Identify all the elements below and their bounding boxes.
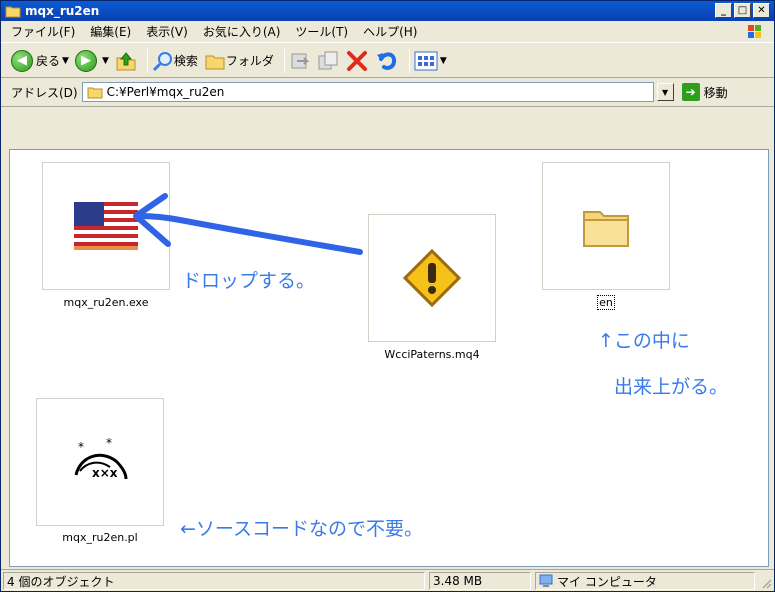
status-objects: 4 個のオブジェクト xyxy=(3,572,425,590)
menu-edit[interactable]: 編集(E) xyxy=(90,23,131,40)
status-location-cell: マイ コンピュータ xyxy=(535,572,755,590)
menu-file[interactable]: ファイル(F) xyxy=(11,23,75,40)
status-bar: 4 個のオブジェクト 3.48 MB マイ コンピュータ xyxy=(1,569,774,591)
close-button[interactable]: ✕ xyxy=(753,3,770,18)
up-folder-icon xyxy=(116,51,136,70)
file-name-exe[interactable]: mqx_ru2en.exe xyxy=(36,296,176,309)
folder-icon xyxy=(205,55,225,69)
views-grid-icon xyxy=(414,51,438,70)
folders-button[interactable]: フォルダ xyxy=(204,50,274,72)
status-size: 3.48 MB xyxy=(429,572,531,590)
svg-text:x×x: x×x xyxy=(92,466,118,480)
inside-annotation-line1: ↑この中に xyxy=(598,330,690,352)
inside-annotation-line2: 出来上がる。 xyxy=(614,376,729,398)
chevron-down-icon[interactable]: ▼ xyxy=(102,56,109,66)
maximize-button[interactable]: □ xyxy=(734,3,751,18)
toolbar-separator xyxy=(146,48,148,73)
window-title: mqx_ru2en xyxy=(25,4,100,18)
file-thumbnail-mq4[interactable] xyxy=(368,214,496,342)
go-arrow-icon: ➔ xyxy=(681,83,700,101)
drop-arrow-annotation xyxy=(133,193,363,255)
drop-annotation: ドロップする。 xyxy=(182,270,316,292)
menu-bar: ファイル(F) 編集(E) 表示(V) お気に入り(A) ツール(T) ヘルプ(… xyxy=(1,21,774,43)
folders-label: フォルダ xyxy=(225,54,274,68)
search-label: 検索 xyxy=(173,54,198,68)
move-to-icon xyxy=(291,53,310,68)
standard-toolbar: ◀ 戻る ▼ ▶ ▼ 検索 フォルダ ▼ xyxy=(1,44,774,78)
forward-arrow-icon: ▶ xyxy=(74,49,97,72)
source-annotation: ←ソースコードなので不要。 xyxy=(180,518,423,540)
move-to-button[interactable] xyxy=(289,50,311,72)
toolbar-separator xyxy=(283,48,285,73)
address-value: C:¥Perl¥mqx_ru2en xyxy=(106,85,225,99)
explorer-window: mqx_ru2en _ □ ✕ ファイル(F) 編集(E) 表示(V) お気に入… xyxy=(0,0,775,592)
folder-icon xyxy=(583,211,629,247)
svg-text:*: * xyxy=(78,440,84,454)
warning-icon xyxy=(402,248,462,308)
back-button[interactable]: ◀ 戻る ▼ xyxy=(11,49,69,72)
file-name-folder[interactable]: en xyxy=(536,295,676,310)
address-bar: アドレス(D) C:¥Perl¥mqx_ru2en ▼ ➔ 移動 xyxy=(1,78,774,107)
file-name-pl[interactable]: mqx_ru2en.pl xyxy=(30,531,170,544)
title-bar[interactable]: mqx_ru2en _ □ ✕ xyxy=(1,1,774,21)
chevron-down-icon[interactable]: ▼ xyxy=(440,56,447,66)
file-thumbnail-pl[interactable]: x×x * * xyxy=(36,398,164,526)
menu-tools[interactable]: ツール(T) xyxy=(295,23,348,40)
go-label: 移動 xyxy=(703,85,728,100)
address-input[interactable]: C:¥Perl¥mqx_ru2en xyxy=(81,82,654,102)
search-icon xyxy=(152,51,172,71)
menu-help[interactable]: ヘルプ(H) xyxy=(363,23,417,40)
computer-icon xyxy=(539,574,553,587)
chevron-down-icon[interactable]: ▼ xyxy=(62,56,69,66)
menu-view[interactable]: 表示(V) xyxy=(146,23,188,40)
address-dropdown-button[interactable]: ▼ xyxy=(656,83,674,101)
undo-button[interactable] xyxy=(375,49,399,73)
script-icon: x×x * * xyxy=(74,437,128,480)
up-folder-button[interactable] xyxy=(115,50,137,72)
status-location: マイ コンピュータ xyxy=(557,574,657,589)
delete-button[interactable] xyxy=(345,49,369,73)
file-thumbnail-folder[interactable] xyxy=(542,162,670,290)
minimize-button[interactable]: _ xyxy=(715,3,732,18)
file-name-mq4[interactable]: WcciPaterns.mq4 xyxy=(362,348,502,361)
folder-name-label: en xyxy=(597,295,615,310)
go-button[interactable]: ➔ 移動 xyxy=(681,83,728,101)
back-arrow-icon: ◀ xyxy=(11,49,33,72)
folder-icon xyxy=(87,87,103,99)
resize-grip-icon[interactable] xyxy=(760,577,772,589)
copy-to-button[interactable] xyxy=(317,50,339,72)
copy-to-icon xyxy=(318,51,338,69)
delete-x-icon xyxy=(346,50,367,71)
address-label: アドレス(D) xyxy=(11,85,78,100)
forward-button[interactable]: ▶ ▼ xyxy=(74,49,109,72)
menu-favorites[interactable]: お気に入り(A) xyxy=(203,23,281,40)
svg-text:*: * xyxy=(106,437,112,450)
back-label: 戻る xyxy=(36,54,61,68)
undo-icon xyxy=(376,52,396,70)
windows-logo-icon xyxy=(748,25,761,38)
search-button[interactable]: 検索 xyxy=(152,50,198,72)
folder-icon xyxy=(5,6,21,18)
toolbar-separator xyxy=(408,48,410,73)
file-view[interactable]: mqx_ru2en.exe WcciPaterns.mq4 en x×x * *… xyxy=(9,149,769,567)
views-button[interactable]: ▼ xyxy=(414,51,447,71)
